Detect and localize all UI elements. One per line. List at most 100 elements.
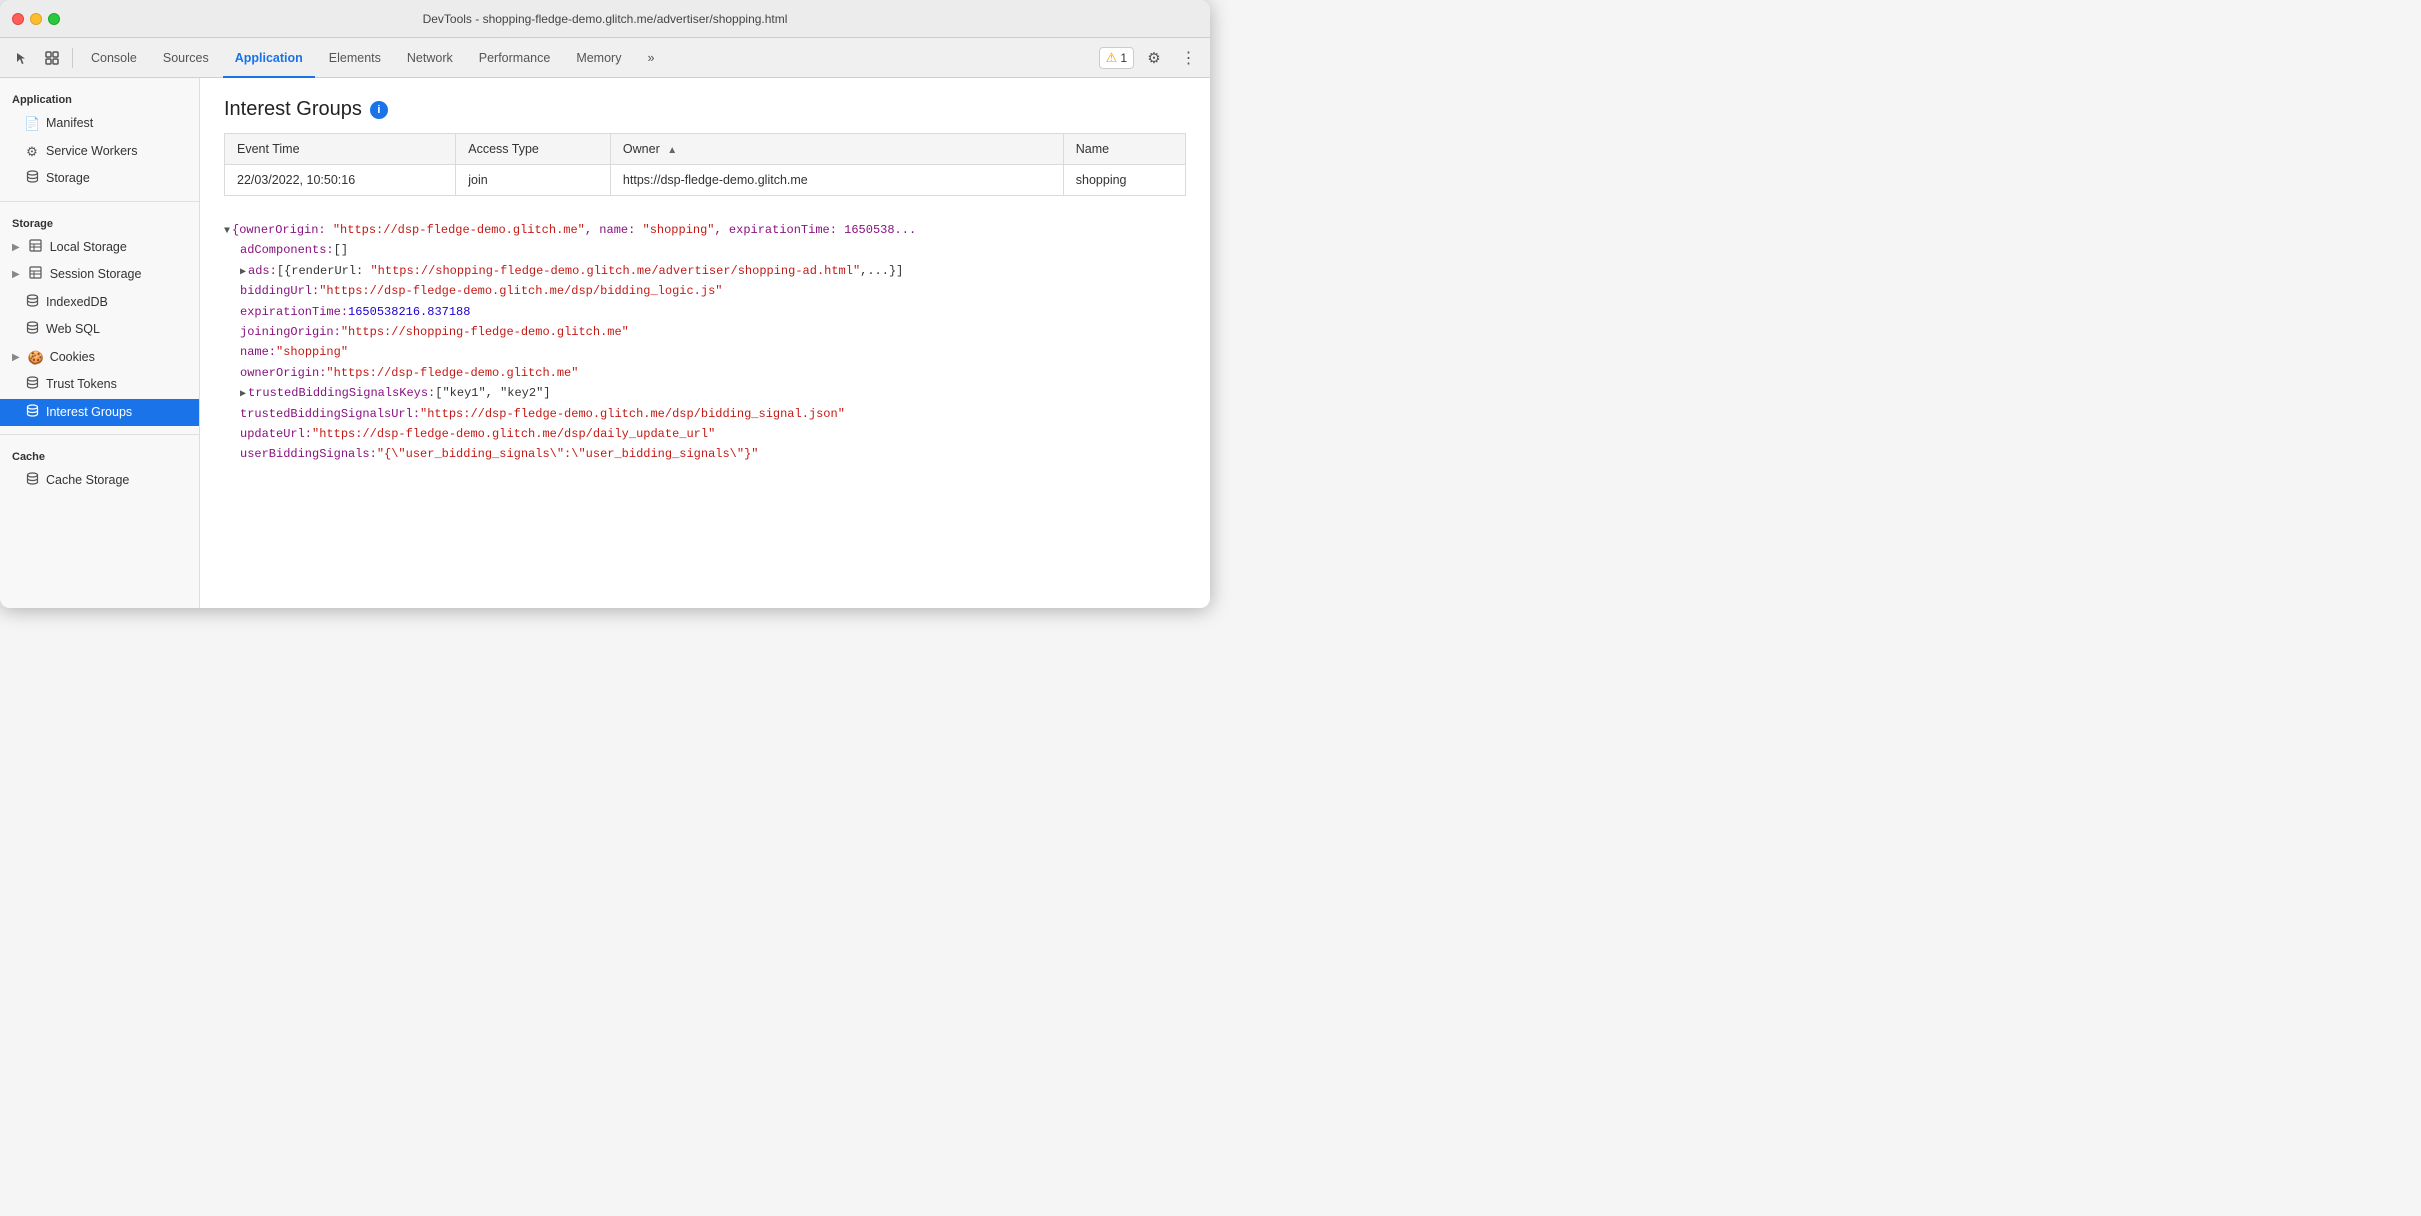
cursor-icon-button[interactable] bbox=[8, 44, 36, 72]
json-line-biddingurl: biddingUrl: "https://dsp-fledge-demo.gli… bbox=[224, 281, 1186, 301]
expand-arrow-icon-2: ▶ bbox=[12, 267, 20, 282]
tbsk-expand-triangle[interactable] bbox=[240, 386, 246, 403]
more-options-button[interactable]: ⋮ bbox=[1174, 44, 1202, 72]
close-button[interactable] bbox=[12, 13, 24, 25]
warning-icon: ⚠ bbox=[1106, 50, 1118, 66]
tab-elements[interactable]: Elements bbox=[317, 38, 393, 78]
gear-icon: ⚙ bbox=[24, 142, 40, 162]
sidebar-label-storage: Storage bbox=[46, 169, 90, 188]
sidebar-item-service-workers[interactable]: ⚙ Service Workers bbox=[0, 138, 199, 166]
json-key-adcomponents: adComponents: bbox=[240, 240, 334, 260]
tab-memory[interactable]: Memory bbox=[564, 38, 633, 78]
cell-owner: https://dsp-fledge-demo.glitch.me bbox=[610, 165, 1063, 196]
json-root-line[interactable]: {ownerOrigin: "https://dsp-fledge-demo.g… bbox=[224, 220, 1186, 240]
sidebar-item-interest-groups[interactable]: Interest Groups bbox=[0, 399, 199, 427]
settings-button[interactable]: ⚙ bbox=[1140, 44, 1168, 72]
ellipsis-icon: ⋮ bbox=[1181, 48, 1196, 68]
trust-icon-svg bbox=[26, 376, 39, 389]
sidebar: Application 📄 Manifest ⚙ Service Workers… bbox=[0, 78, 200, 608]
table-icon-2 bbox=[28, 265, 44, 285]
table-row[interactable]: 22/03/2022, 10:50:16 join https://dsp-fl… bbox=[225, 165, 1185, 196]
json-line-name: name: "shopping" bbox=[224, 342, 1186, 362]
sidebar-item-trust-tokens[interactable]: Trust Tokens bbox=[0, 371, 199, 399]
sidebar-label-web-sql: Web SQL bbox=[46, 320, 100, 339]
json-key-name: name: bbox=[240, 342, 276, 362]
info-icon[interactable]: i bbox=[370, 101, 388, 119]
json-value-updateurl: "https://dsp-fledge-demo.glitch.me/dsp/d… bbox=[312, 424, 715, 444]
titlebar: DevTools - shopping-fledge-demo.glitch.m… bbox=[0, 0, 1210, 38]
warning-count: 1 bbox=[1120, 51, 1127, 65]
gear-icon: ⚙ bbox=[1147, 49, 1160, 67]
trust-tokens-icon bbox=[24, 375, 40, 395]
sidebar-item-cache-storage[interactable]: Cache Storage bbox=[0, 467, 199, 495]
sidebar-label-session-storage: Session Storage bbox=[50, 265, 142, 284]
json-key-expiration: expirationTime: bbox=[240, 302, 348, 322]
expand-arrow-icon-3: ▶ bbox=[12, 350, 20, 365]
sidebar-section-storage: Storage bbox=[0, 210, 199, 234]
web-sql-icon bbox=[24, 320, 40, 340]
tab-network[interactable]: Network bbox=[395, 38, 465, 78]
content-panel: Interest Groups i Event Time Access Type bbox=[200, 78, 1210, 608]
sidebar-label-local-storage: Local Storage bbox=[50, 238, 127, 257]
websql-icon-svg bbox=[26, 321, 39, 334]
json-root-owner: "https://dsp-fledge-demo.glitch.me" bbox=[333, 223, 585, 237]
json-value-adcomponents: [] bbox=[334, 240, 348, 260]
sidebar-item-local-storage[interactable]: ▶ Local Storage bbox=[0, 234, 199, 262]
sidebar-item-storage[interactable]: Storage bbox=[0, 165, 199, 193]
col-header-owner[interactable]: Owner ▲ bbox=[610, 134, 1063, 165]
sidebar-label-cookies: Cookies bbox=[50, 348, 95, 367]
sidebar-item-indexeddb[interactable]: IndexedDB bbox=[0, 289, 199, 317]
inspect-icon-button[interactable] bbox=[38, 44, 66, 72]
sidebar-item-session-storage[interactable]: ▶ Session Storage bbox=[0, 261, 199, 289]
sidebar-label-cache-storage: Cache Storage bbox=[46, 471, 129, 490]
sort-arrow-icon: ▲ bbox=[667, 145, 677, 156]
json-line-ads[interactable]: ads: [{renderUrl: "https://shopping-fled… bbox=[224, 261, 1186, 281]
minimize-button[interactable] bbox=[30, 13, 42, 25]
json-value-userbiddingsignals: "{\"user_bidding_signals\":\"user_biddin… bbox=[377, 444, 759, 464]
storage-icon-svg bbox=[26, 170, 39, 183]
root-expand-triangle[interactable] bbox=[224, 223, 230, 240]
cookie-icon: 🍪 bbox=[28, 348, 44, 368]
cache-storage-icon bbox=[24, 471, 40, 491]
cell-name: shopping bbox=[1063, 165, 1185, 196]
sidebar-sep-1 bbox=[0, 201, 199, 202]
sidebar-item-manifest[interactable]: 📄 Manifest bbox=[0, 110, 199, 138]
json-line-userbiddingsignals: userBiddingSignals: "{\"user_bidding_sig… bbox=[224, 444, 1186, 464]
col-header-access-type[interactable]: Access Type bbox=[456, 134, 611, 165]
json-line-trustedbiddingkeys[interactable]: trustedBiddingSignalsKeys: ["key1", "key… bbox=[224, 383, 1186, 403]
json-line-ownerorigin: ownerOrigin: "https://dsp-fledge-demo.gl… bbox=[224, 363, 1186, 383]
sidebar-label-service-workers: Service Workers bbox=[46, 142, 137, 161]
json-line-trustedbiddingurl: trustedBiddingSignalsUrl: "https://dsp-f… bbox=[224, 404, 1186, 424]
sidebar-label-interest-groups: Interest Groups bbox=[46, 403, 132, 422]
json-key-updateurl: updateUrl: bbox=[240, 424, 312, 444]
tab-application[interactable]: Application bbox=[223, 38, 315, 78]
json-value-trustedbiddingkeys: ["key1", "key2"] bbox=[435, 383, 550, 403]
sidebar-item-web-sql[interactable]: Web SQL bbox=[0, 316, 199, 344]
json-value-expiration: 1650538216.837188 bbox=[348, 302, 470, 322]
col-header-name[interactable]: Name bbox=[1063, 134, 1185, 165]
json-key-ownerorigin: ownerOrigin: bbox=[240, 363, 326, 383]
json-value-trustedbiddingurl: "https://dsp-fledge-demo.glitch.me/dsp/b… bbox=[420, 404, 845, 424]
sidebar-item-cookies[interactable]: ▶ 🍪 Cookies bbox=[0, 344, 199, 372]
cursor-icon bbox=[15, 51, 29, 65]
sidebar-label-trust-tokens: Trust Tokens bbox=[46, 375, 117, 394]
col-header-event-time[interactable]: Event Time bbox=[225, 134, 456, 165]
toolbar-divider-1 bbox=[72, 48, 73, 68]
tab-performance[interactable]: Performance bbox=[467, 38, 563, 78]
db-icon bbox=[24, 169, 40, 189]
json-root-comma2: , expirationTime: 1650538... bbox=[715, 223, 917, 237]
tab-console[interactable]: Console bbox=[79, 38, 149, 78]
warning-badge[interactable]: ⚠ 1 bbox=[1099, 47, 1134, 69]
cache-icon-svg bbox=[26, 472, 39, 485]
json-value-name: "shopping" bbox=[276, 342, 348, 362]
expand-arrow-icon: ▶ bbox=[12, 240, 20, 255]
json-root-comma1: , name: bbox=[585, 223, 643, 237]
ig-title: Interest Groups bbox=[224, 98, 362, 121]
toolbar-right: ⚠ 1 ⚙ ⋮ bbox=[1099, 44, 1202, 72]
json-key-trustedbiddingurl: trustedBiddingSignalsUrl: bbox=[240, 404, 420, 424]
tab-sources[interactable]: Sources bbox=[151, 38, 221, 78]
maximize-button[interactable] bbox=[48, 13, 60, 25]
window-title: DevTools - shopping-fledge-demo.glitch.m… bbox=[423, 12, 788, 26]
ads-expand-triangle[interactable] bbox=[240, 264, 246, 281]
tab-more[interactable]: » bbox=[635, 38, 666, 78]
